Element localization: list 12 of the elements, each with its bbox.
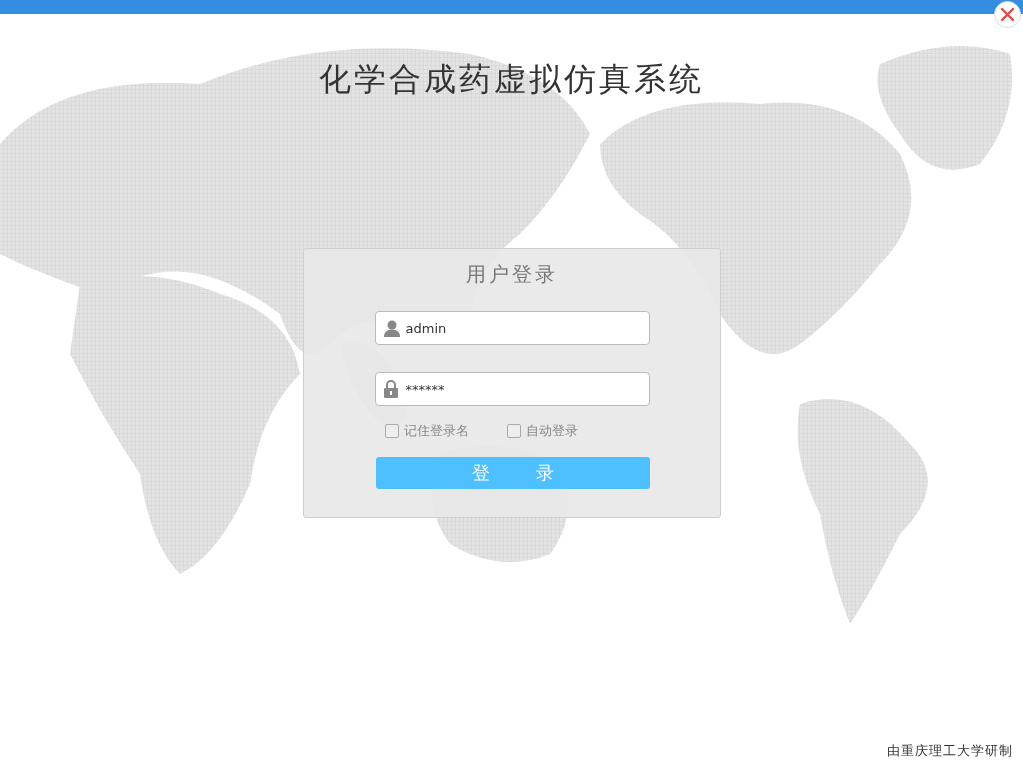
- checkbox[interactable]: [506, 424, 521, 438]
- close-icon: [1000, 7, 1015, 22]
- lock-icon: [382, 380, 399, 398]
- user-icon: [382, 319, 401, 337]
- username-field[interactable]: admin: [374, 311, 650, 345]
- login-heading: 用户登录: [465, 261, 558, 288]
- checkbox-label: 自动登录: [525, 422, 578, 440]
- footer-credit: 由重庆理工大学研制: [887, 742, 1013, 760]
- checkbox[interactable]: [384, 424, 399, 438]
- app-title: 化学合成药虚拟仿真系统: [319, 59, 704, 100]
- checkbox-label: 记住登录名: [403, 422, 469, 440]
- password-field[interactable]: ******: [374, 372, 650, 406]
